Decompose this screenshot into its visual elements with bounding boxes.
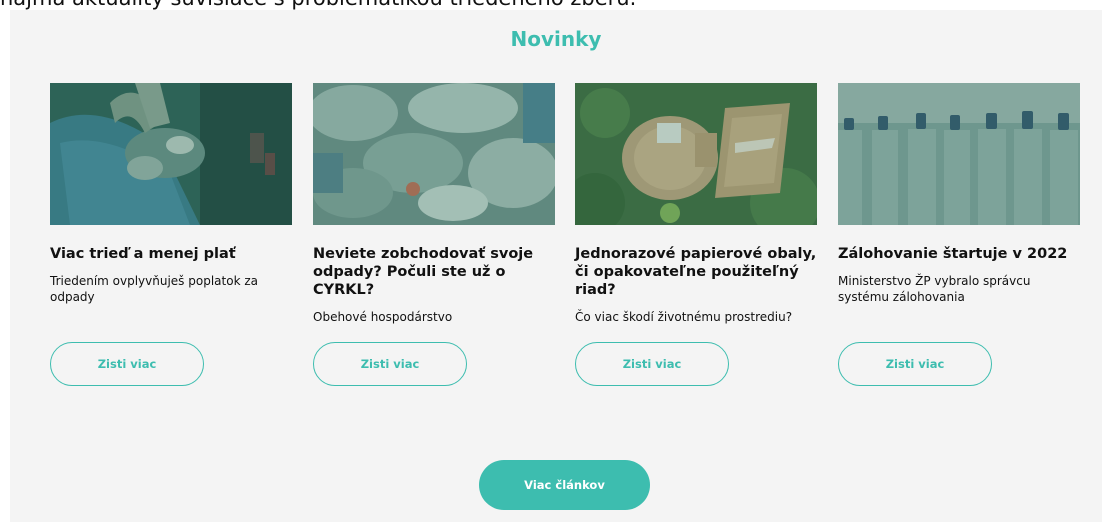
card-image-plastic-bottles[interactable] [838, 83, 1080, 225]
waste-sorting-photo [50, 83, 292, 225]
learn-more-button-3[interactable]: Zisti viac [575, 342, 729, 386]
card-subtitle: Obehové hospodárstvo [313, 310, 453, 324]
news-card-1: Viac trieď a menej plať Triedením ovplyv… [50, 83, 292, 305]
top-strip: najmä aktuality súvisiace s problematiko… [0, 0, 1112, 10]
card-title[interactable]: Viac trieď a menej plať [50, 245, 292, 263]
card-subtitle: Ministerstvo ŽP vybralo správcu systému … [838, 274, 1031, 304]
card-title[interactable]: Neviete zobchodovať svoje odpady? Počuli… [313, 245, 555, 299]
learn-more-button-4[interactable]: Zisti viac [838, 342, 992, 386]
learn-more-button-2[interactable]: Zisti viac [313, 342, 467, 386]
news-card-3: Jednorazové papierové obaly, či opakovat… [575, 83, 817, 325]
news-section: Novinky Viac trieď a menej plať Triedení… [10, 10, 1102, 522]
card-image-plastic-waste[interactable] [313, 83, 555, 225]
more-articles-button[interactable]: Viac článkov [479, 460, 650, 510]
card-title[interactable]: Jednorazové papierové obaly, či opakovat… [575, 245, 817, 299]
card-image-waste-sorting[interactable] [50, 83, 292, 225]
card-subtitle: Čo viac škodí životnému prostrediu? [575, 310, 793, 324]
paper-tableware-on-grass-photo [575, 83, 817, 225]
news-card-2: Neviete zobchodovať svoje odpady? Počuli… [313, 83, 555, 325]
plastic-waste-photo [313, 83, 555, 225]
intro-text: najmä aktuality súvisiace s problematiko… [0, 0, 636, 10]
learn-more-button-1[interactable]: Zisti viac [50, 342, 204, 386]
section-title: Novinky [510, 27, 602, 51]
card-image-paper-tableware[interactable] [575, 83, 817, 225]
card-subtitle: Triedením ovplyvňuješ poplatok za odpady [50, 274, 258, 304]
card-title[interactable]: Zálohovanie štartuje v 2022 [838, 245, 1080, 263]
news-card-4: Zálohovanie štartuje v 2022 Ministerstvo… [838, 83, 1080, 305]
plastic-bottles-photo [838, 83, 1080, 225]
